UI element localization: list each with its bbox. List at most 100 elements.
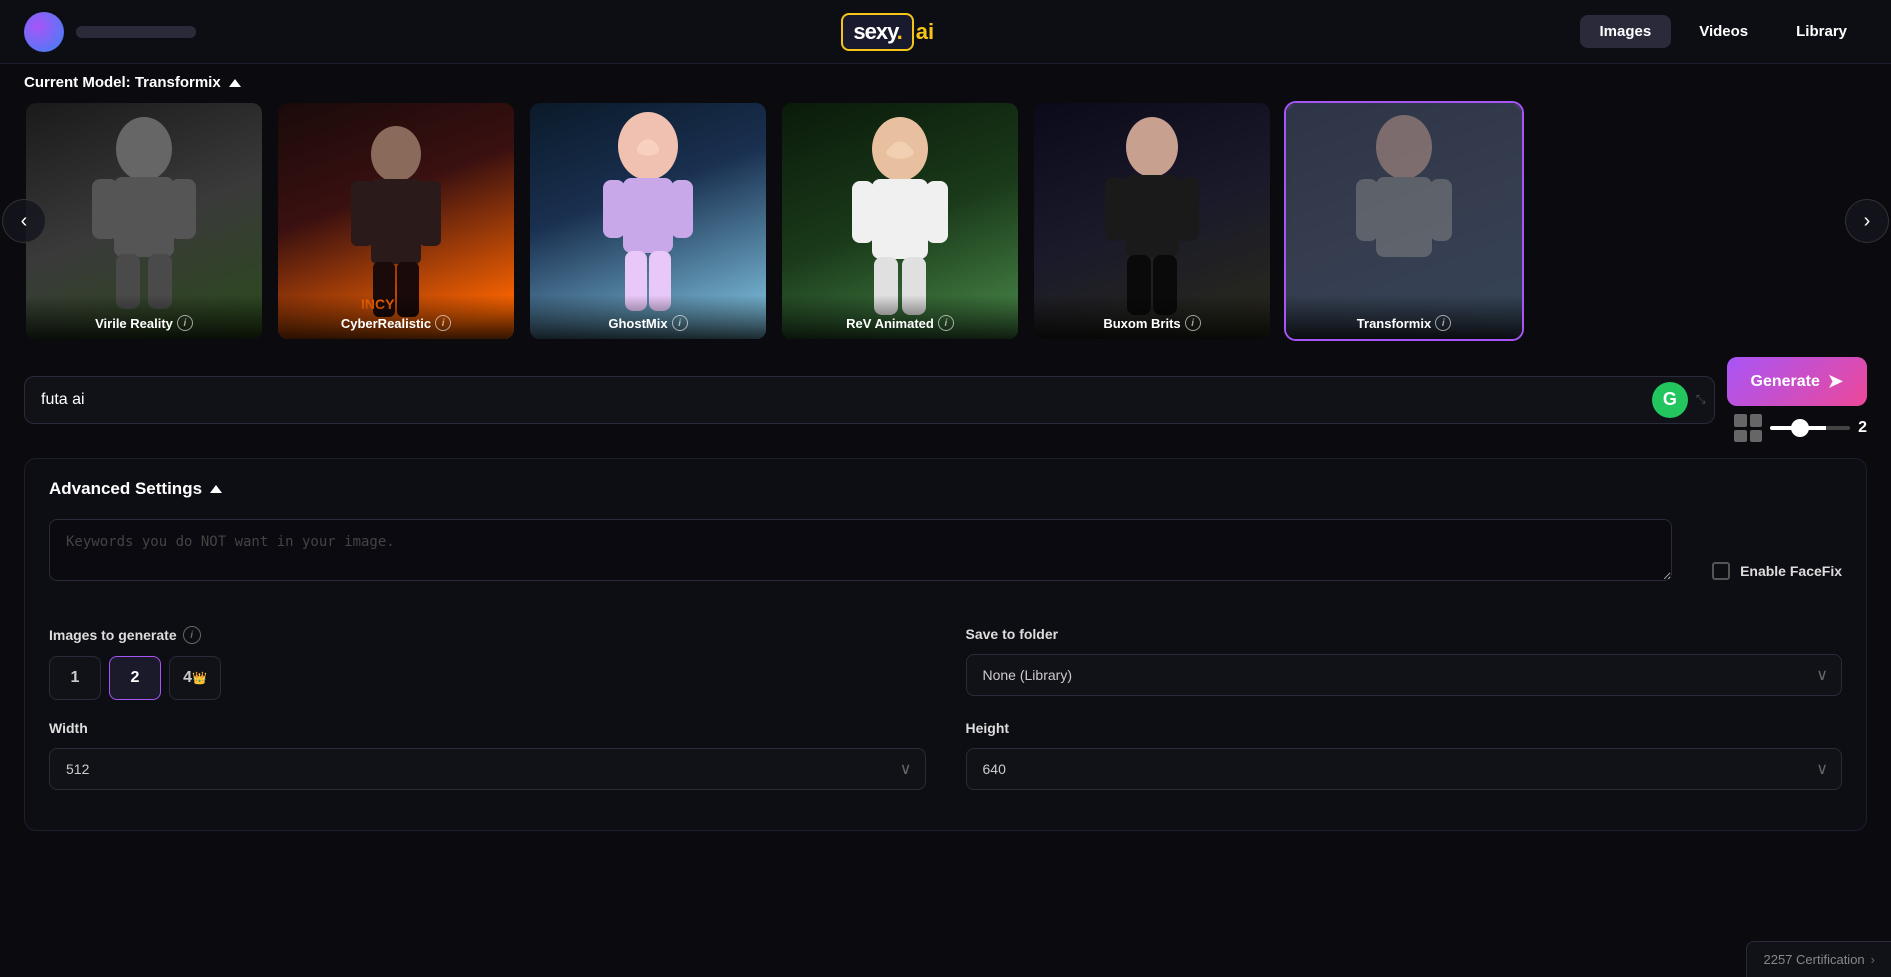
images-to-generate-text: Images to generate (49, 627, 177, 643)
count-slider[interactable] (1770, 426, 1850, 430)
model-label-5: Buxom Brits i (1034, 295, 1270, 339)
logo: sexy. ai (841, 13, 934, 51)
logo-text: sexy. (841, 13, 913, 51)
grammar-check-icon[interactable]: G (1652, 382, 1688, 418)
generate-arrow-icon: ➤ (1828, 371, 1843, 392)
width-col: Width 512 768 1024 ∨ (49, 720, 926, 790)
model-card-cyber-realistic[interactable]: INCY CyberRealistic i (276, 101, 516, 341)
model-selector: Current Model: Transformix ‹ (0, 64, 1891, 341)
facefix-label: Enable FaceFix (1740, 563, 1842, 579)
model-carousel: ‹ Virile Reality i (24, 101, 1867, 341)
model-card-rev-animated[interactable]: ReV Animated i (780, 101, 1020, 341)
main-content: G ⤡ Generate ➤ 2 (0, 341, 1891, 847)
generate-label: Generate (1751, 373, 1820, 391)
model-name-6: Transformix (1357, 316, 1431, 331)
advanced-settings-panel: Advanced Settings Enable FaceFix Images … (24, 458, 1867, 831)
count-value: 2 (1858, 419, 1867, 437)
images-to-generate-help-icon[interactable]: i (183, 626, 201, 644)
advanced-settings-chevron-icon (210, 485, 222, 493)
model-name-5: Buxom Brits (1103, 316, 1180, 331)
count-slider-wrapper: 2 (1770, 419, 1867, 437)
model-label-6: Transformix i (1286, 295, 1522, 339)
grid-view-icon[interactable] (1734, 414, 1762, 442)
nav-right: Images Videos Library (1580, 15, 1867, 48)
width-label-text: Width (49, 720, 88, 736)
model-label-2: CyberRealistic i (278, 295, 514, 339)
count-btn-2-label: 2 (131, 669, 140, 687)
model-card-transformix[interactable]: Transformix i (1284, 101, 1524, 341)
facefix-row: Enable FaceFix (1712, 554, 1842, 580)
generate-button[interactable]: Generate ➤ (1727, 357, 1867, 406)
height-label-text: Height (966, 720, 1010, 736)
grid-cell-2 (1750, 414, 1763, 427)
resize-handle-icon: ⤡ (1696, 392, 1706, 407)
model-card-buxom-brits[interactable]: Buxom Brits i (1032, 101, 1272, 341)
logo-ai: ai (916, 19, 934, 45)
crown-icon: 👑 (192, 671, 207, 685)
model-name-1: Virile Reality (95, 316, 173, 331)
nav-images-button[interactable]: Images (1580, 15, 1672, 48)
prompt-input[interactable] (25, 377, 1652, 423)
user-bar (76, 26, 196, 38)
count-btn-1-label: 1 (71, 669, 80, 687)
carousel-track: Virile Reality i INCY (24, 101, 1867, 341)
neg-prompt-row: Enable FaceFix (49, 519, 1842, 606)
count-controls: 2 (1734, 414, 1867, 442)
image-count-buttons: 1 2 4 👑 (49, 656, 926, 700)
save-to-folder-text: Save to folder (966, 626, 1059, 642)
prompt-section: G ⤡ Generate ➤ 2 (24, 357, 1867, 442)
logo-dot: . (897, 19, 902, 44)
neg-prompt-input[interactable] (49, 519, 1672, 581)
model-label-3: GhostMix i (530, 295, 766, 339)
facefix-checkbox[interactable] (1712, 562, 1730, 580)
folder-select[interactable]: None (Library) Favorites Collection 1 (966, 654, 1843, 696)
model-card-virile-reality[interactable]: Virile Reality i (24, 101, 264, 341)
count-btn-4[interactable]: 4 👑 (169, 656, 221, 700)
height-col: Height 640 768 1024 ∨ (966, 720, 1843, 790)
folder-select-wrapper: None (Library) Favorites Collection 1 ∨ (966, 654, 1843, 696)
certification-footer[interactable]: 2257 Certification › (1746, 941, 1891, 977)
certification-label: 2257 Certification (1763, 952, 1864, 967)
avatar[interactable] (24, 12, 64, 52)
model-name-4: ReV Animated (846, 316, 934, 331)
model-card-ghost-mix[interactable]: GhostMix i (528, 101, 768, 341)
facefix-section: Enable FaceFix (1712, 519, 1842, 606)
carousel-next-button[interactable]: › (1845, 199, 1889, 243)
prompt-actions: G ⤡ (1652, 382, 1714, 418)
count-btn-1[interactable]: 1 (49, 656, 101, 700)
nav-library-button[interactable]: Library (1776, 15, 1867, 48)
model-label-1: Virile Reality i (26, 295, 262, 339)
model-info-icon-2[interactable]: i (435, 315, 451, 331)
save-to-folder-col: Save to folder None (Library) Favorites … (966, 626, 1843, 700)
height-label: Height (966, 720, 1843, 736)
count-btn-2[interactable]: 2 (109, 656, 161, 700)
current-model-label: Current Model: Transformix (24, 74, 221, 91)
settings-row-2: Width 512 768 1024 ∨ Height 64 (49, 720, 1842, 790)
model-name-3: GhostMix (608, 316, 667, 331)
model-info-icon-1[interactable]: i (177, 315, 193, 331)
width-select[interactable]: 512 768 1024 (49, 748, 926, 790)
model-info-icon-4[interactable]: i (938, 315, 954, 331)
images-to-generate-col: Images to generate i 1 2 4 👑 (49, 626, 926, 700)
advanced-settings-title: Advanced Settings (49, 479, 202, 499)
certification-arrow-icon: › (1871, 952, 1875, 967)
prompt-input-wrapper: G ⤡ (24, 376, 1715, 424)
nav-videos-button[interactable]: Videos (1679, 15, 1768, 48)
height-select[interactable]: 640 768 1024 (966, 748, 1843, 790)
neg-prompt-section (49, 519, 1672, 606)
model-selector-header[interactable]: Current Model: Transformix (24, 74, 1867, 91)
grid-cell-3 (1734, 430, 1747, 443)
generate-section: Generate ➤ 2 (1727, 357, 1867, 442)
carousel-prev-button[interactable]: ‹ (2, 199, 46, 243)
model-info-icon-6[interactable]: i (1435, 315, 1451, 331)
grid-cell-4 (1750, 430, 1763, 443)
model-info-icon-5[interactable]: i (1185, 315, 1201, 331)
model-info-icon-3[interactable]: i (672, 315, 688, 331)
settings-row-1: Images to generate i 1 2 4 👑 (49, 626, 1842, 700)
nav-left (24, 12, 196, 52)
images-to-generate-label: Images to generate i (49, 626, 926, 644)
model-selector-chevron-icon (229, 79, 241, 87)
advanced-settings-header[interactable]: Advanced Settings (49, 479, 1842, 499)
top-nav: sexy. ai Images Videos Library (0, 0, 1891, 64)
model-label-4: ReV Animated i (782, 295, 1018, 339)
